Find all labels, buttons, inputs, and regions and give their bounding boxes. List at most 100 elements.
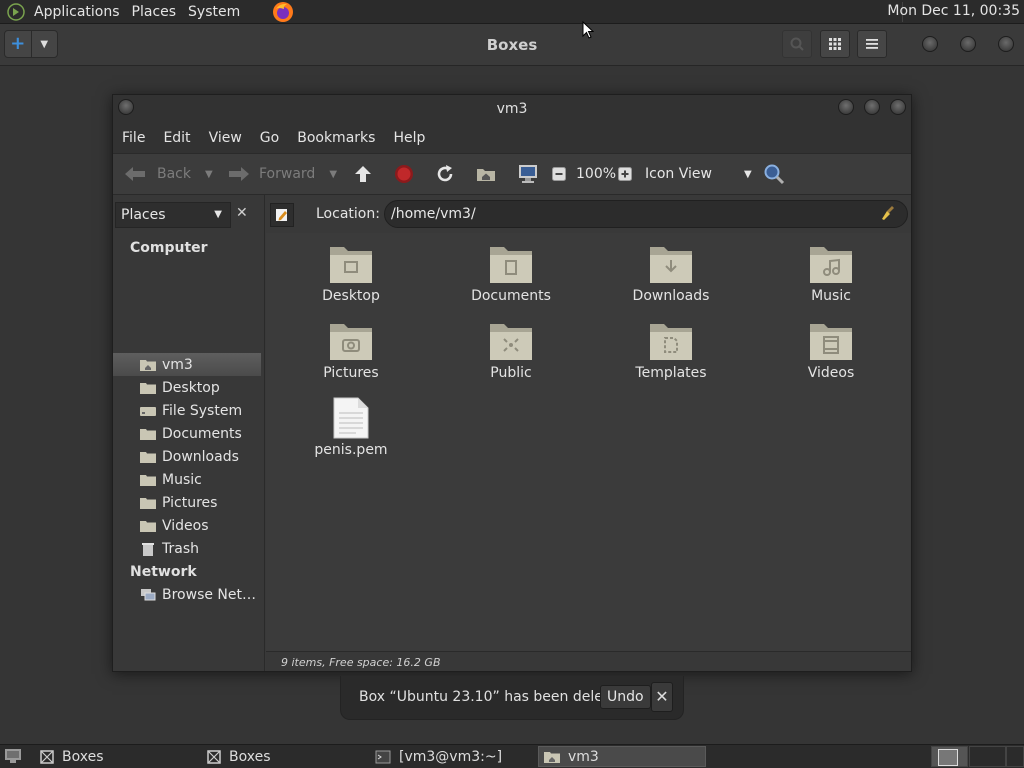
sidebar-item-browse-network[interactable]: Browse Net… bbox=[113, 583, 261, 606]
back-label: Back bbox=[157, 166, 191, 182]
folder-music-icon bbox=[810, 247, 852, 283]
window-minimize-button[interactable] bbox=[838, 99, 854, 115]
folder-templates-icon bbox=[650, 324, 692, 360]
sidebar-item-music[interactable]: Music bbox=[113, 468, 261, 491]
toggle-location-edit-button[interactable] bbox=[270, 203, 294, 227]
dismiss-notification-button[interactable]: ✕ bbox=[651, 682, 673, 712]
status-bar: 9 items, Free space: 16.2 GB bbox=[266, 651, 911, 671]
zoom-in-button[interactable] bbox=[618, 154, 632, 194]
applications-menu[interactable]: Applications bbox=[28, 4, 126, 20]
folder-music-icon bbox=[140, 474, 156, 486]
stop-icon bbox=[395, 165, 413, 183]
places-menu[interactable]: Places bbox=[126, 4, 183, 20]
menubar: File Edit View Go Bookmarks Help bbox=[113, 123, 911, 153]
file-view: Desktop Documents Downloads Music Pictur… bbox=[266, 233, 911, 651]
folder-downloads-icon bbox=[140, 451, 156, 463]
search-button[interactable] bbox=[782, 30, 812, 58]
main-menu-button[interactable] bbox=[857, 30, 887, 58]
clear-broom-icon[interactable] bbox=[880, 205, 896, 221]
grid-view-button[interactable] bbox=[820, 30, 850, 58]
back-arrow-icon bbox=[125, 167, 145, 181]
search-icon bbox=[790, 37, 804, 51]
menu-help[interactable]: Help bbox=[384, 130, 434, 146]
system-menu[interactable]: System bbox=[182, 4, 246, 20]
sidebar-items: vm3 Desktop File System Documents Downlo… bbox=[113, 195, 261, 671]
sidebar-item-desktop[interactable]: Desktop bbox=[113, 376, 261, 399]
folder-pictures-icon bbox=[140, 497, 156, 509]
zoom-level[interactable]: 100% bbox=[576, 154, 616, 194]
gnome-foot-icon[interactable] bbox=[6, 2, 26, 21]
boxes-app-icon bbox=[207, 749, 221, 764]
window-maximize-button[interactable] bbox=[864, 99, 880, 115]
task-terminal[interactable]: [vm3@vm3:~] bbox=[369, 746, 533, 767]
task-boxes-2[interactable]: Boxes bbox=[201, 746, 365, 767]
home-folder-icon bbox=[140, 359, 156, 371]
zoom-out-icon bbox=[552, 167, 566, 181]
workspace-2[interactable] bbox=[969, 746, 1006, 767]
reload-button[interactable] bbox=[435, 154, 455, 194]
menu-bookmarks[interactable]: Bookmarks bbox=[288, 130, 384, 146]
file-item-music[interactable]: Music bbox=[761, 243, 901, 304]
back-button[interactable]: Back ▼ bbox=[123, 154, 213, 194]
file-item-templates[interactable]: Templates bbox=[601, 320, 741, 381]
task-boxes-1[interactable]: Boxes bbox=[34, 746, 198, 767]
workspace-window-thumbnail bbox=[938, 749, 958, 766]
up-arrow-icon bbox=[355, 166, 371, 182]
menu-file[interactable]: File bbox=[113, 130, 154, 146]
zoom-in-icon bbox=[618, 167, 632, 181]
up-button[interactable] bbox=[353, 154, 373, 194]
bottom-taskbar: Boxes Boxes [vm3@vm3:~] vm3 bbox=[0, 744, 1024, 768]
clock[interactable]: Mon Dec 11, 00:35 bbox=[887, 3, 1020, 19]
edit-pencil-icon bbox=[276, 209, 287, 221]
forward-history-caret[interactable]: ▼ bbox=[329, 169, 337, 180]
back-history-caret[interactable]: ▼ bbox=[205, 169, 213, 180]
sidebar-item-file-system[interactable]: File System bbox=[113, 399, 261, 422]
computer-button[interactable] bbox=[517, 154, 539, 194]
close-button[interactable] bbox=[998, 36, 1014, 52]
magnifier-icon bbox=[764, 164, 785, 185]
stop-button[interactable] bbox=[394, 154, 414, 194]
folder-pictures-icon bbox=[330, 324, 372, 360]
home-button[interactable] bbox=[476, 154, 496, 194]
workspace-3[interactable] bbox=[1006, 746, 1024, 767]
zoom-out-button[interactable] bbox=[552, 154, 566, 194]
folder-documents-icon bbox=[490, 247, 532, 283]
sidebar-item-downloads[interactable]: Downloads bbox=[113, 445, 261, 468]
location-input[interactable] bbox=[384, 200, 908, 228]
location-bar: Location: bbox=[266, 195, 911, 233]
file-item-pictures[interactable]: Pictures bbox=[281, 320, 421, 381]
file-item-public[interactable]: Public bbox=[441, 320, 581, 381]
maximize-button[interactable] bbox=[960, 36, 976, 52]
menu-go[interactable]: Go bbox=[251, 130, 288, 146]
deleted-notification: Box “Ubuntu 23.10” has been deleted Undo… bbox=[340, 676, 684, 720]
sidebar-item-trash[interactable]: Trash bbox=[113, 537, 261, 560]
firefox-icon[interactable] bbox=[272, 1, 294, 23]
file-item-documents[interactable]: Documents bbox=[441, 243, 581, 304]
file-item-penis-pem[interactable]: penis.pem bbox=[281, 397, 421, 458]
forward-button[interactable]: Forward ▼ bbox=[227, 154, 337, 194]
file-item-desktop[interactable]: Desktop bbox=[281, 243, 421, 304]
window-titlebar[interactable]: vm3 bbox=[113, 95, 911, 123]
file-item-downloads[interactable]: Downloads bbox=[601, 243, 741, 304]
file-manager-window: vm3 File Edit View Go Bookmarks Help Bac… bbox=[112, 94, 912, 672]
menu-edit[interactable]: Edit bbox=[154, 130, 199, 146]
sidebar-item-vm3[interactable]: vm3 bbox=[113, 353, 261, 376]
sidebar-item-pictures[interactable]: Pictures bbox=[113, 491, 261, 514]
search-files-button[interactable] bbox=[763, 154, 785, 194]
toolbar: Back ▼ Forward ▼ 100% Icon View ▼ bbox=[113, 153, 911, 195]
view-mode-select[interactable]: Icon View ▼ bbox=[645, 154, 752, 194]
folder-videos-icon bbox=[140, 520, 156, 532]
show-desktop-icon[interactable] bbox=[4, 748, 22, 764]
undo-button[interactable]: Undo bbox=[600, 685, 651, 709]
folder-documents-icon bbox=[140, 428, 156, 440]
file-item-videos[interactable]: Videos bbox=[761, 320, 901, 381]
task-vm3[interactable]: vm3 bbox=[538, 746, 706, 767]
view-mode-label: Icon View bbox=[645, 166, 712, 182]
sidebar-heading-network: Network bbox=[130, 564, 197, 580]
sidebar-item-videos[interactable]: Videos bbox=[113, 514, 261, 537]
sidebar-item-documents[interactable]: Documents bbox=[113, 422, 261, 445]
workspace-1[interactable] bbox=[931, 746, 968, 767]
window-close-button[interactable] bbox=[890, 99, 906, 115]
minimize-button[interactable] bbox=[922, 36, 938, 52]
menu-view[interactable]: View bbox=[200, 130, 251, 146]
